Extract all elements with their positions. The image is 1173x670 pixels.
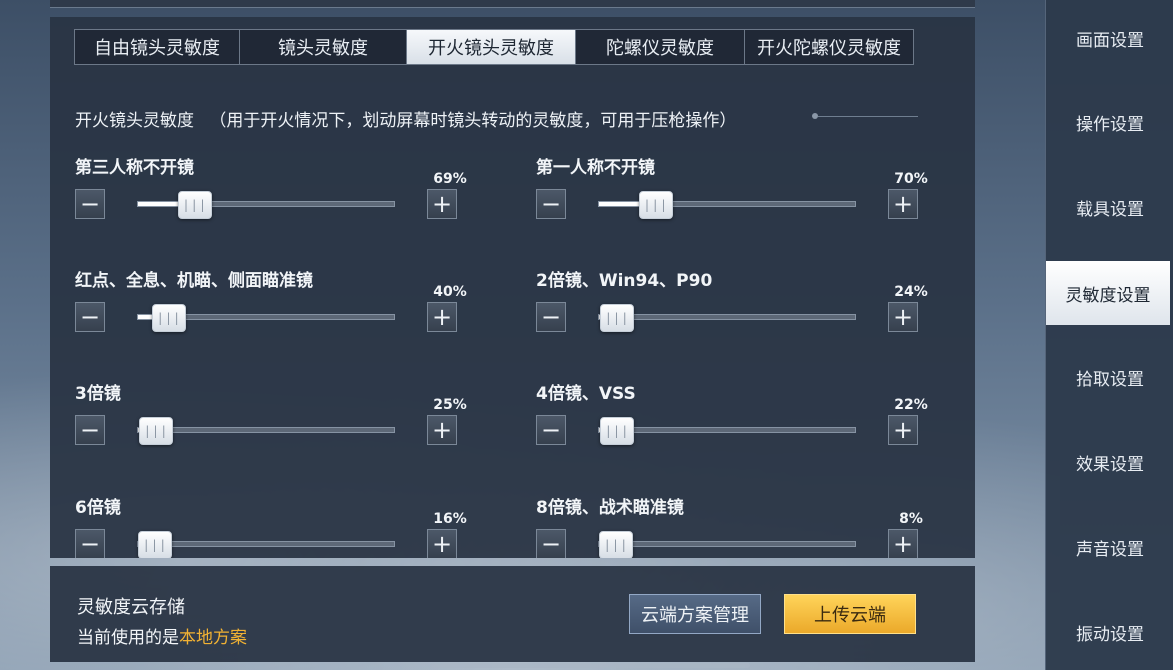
decrease-button[interactable]: − <box>75 302 105 332</box>
grip-icon: ||| <box>604 311 630 325</box>
cloud-storage-panel: 灵敏度云存储 当前使用的是本地方案 云端方案管理 上传云端 <box>50 566 975 662</box>
decrease-button[interactable]: − <box>536 529 566 558</box>
slider-thumb[interactable]: ||| <box>600 304 635 332</box>
sidebar-item-sensitivity[interactable]: 灵敏度设置 <box>1046 261 1170 325</box>
setting-value: 16% <box>433 511 467 527</box>
sensitivity-setting: 第三人称不开镜 69% − ||| + <box>75 153 475 253</box>
setting-value: 70% <box>894 171 928 187</box>
grip-icon: ||| <box>142 538 168 552</box>
sensitivity-setting: 3倍镜 25% − ||| + <box>75 379 475 479</box>
slider-track[interactable]: ||| <box>137 417 395 445</box>
slider-track[interactable]: ||| <box>137 304 395 332</box>
settings-sidebar: 画面设置 操作设置 载具设置 灵敏度设置 拾取设置 效果设置 声音设置 振动设置 <box>1045 0 1173 670</box>
top-strip <box>50 0 975 8</box>
sidebar-item-pickup[interactable]: 拾取设置 <box>1046 345 1173 409</box>
decrease-button[interactable]: − <box>75 529 105 558</box>
slider-thumb[interactable]: ||| <box>599 531 633 558</box>
tab-camera[interactable]: 镜头灵敏度 <box>240 30 407 64</box>
slider-thumb[interactable]: ||| <box>638 191 673 219</box>
slider-track[interactable]: ||| <box>598 304 856 332</box>
slider-thumb[interactable]: ||| <box>600 417 635 445</box>
tab-fire-gyroscope[interactable]: 开火陀螺仪灵敏度 <box>745 30 913 64</box>
setting-label: 第三人称不开镜 <box>75 158 194 178</box>
slider-track[interactable]: ||| <box>598 531 856 558</box>
increase-button[interactable]: + <box>427 415 457 445</box>
increase-button[interactable]: + <box>888 415 918 445</box>
slider-track[interactable]: ||| <box>137 531 395 558</box>
slider-thumb[interactable]: ||| <box>138 531 172 558</box>
setting-value: 40% <box>433 284 467 300</box>
setting-value: 24% <box>894 284 928 300</box>
sidebar-item-display[interactable]: 画面设置 <box>1046 6 1173 70</box>
sensitivity-setting: 4倍镜、VSS 22% − ||| + <box>536 379 936 479</box>
sidebar-item-controls[interactable]: 操作设置 <box>1046 90 1173 154</box>
setting-label: 6倍镜 <box>75 498 121 518</box>
section-description: （用于开火情况下，划动屏幕时镜头转动的灵敏度，可用于压枪操作） <box>209 111 737 131</box>
current-scheme-prefix: 当前使用的是 <box>77 628 179 648</box>
setting-label: 第一人称不开镜 <box>536 158 655 178</box>
slider-track[interactable]: ||| <box>598 417 856 445</box>
sidebar-item-audio[interactable]: 声音设置 <box>1046 515 1173 579</box>
slider-thumb[interactable]: ||| <box>151 304 186 332</box>
sensitivity-setting: 红点、全息、机瞄、侧面瞄准镜 40% − ||| + <box>75 266 475 366</box>
setting-value: 69% <box>433 171 467 187</box>
sensitivity-setting: 6倍镜 16% − ||| + <box>75 493 475 558</box>
increase-button[interactable]: + <box>888 302 918 332</box>
setting-label: 3倍镜 <box>75 384 121 404</box>
setting-label: 8倍镜、战术瞄准镜 <box>536 498 684 518</box>
grip-icon: ||| <box>604 424 630 438</box>
setting-label: 4倍镜、VSS <box>536 384 636 404</box>
grip-icon: ||| <box>182 198 208 212</box>
increase-button[interactable]: + <box>888 189 918 219</box>
setting-value: 25% <box>433 397 467 413</box>
sensitivity-panel[interactable]: 自由镜头灵敏度 镜头灵敏度 开火镜头灵敏度 陀螺仪灵敏度 开火陀螺仪灵敏度 开火… <box>50 17 975 558</box>
sidebar-item-vehicle[interactable]: 载具设置 <box>1046 175 1173 239</box>
grip-icon: ||| <box>643 198 669 212</box>
cloud-manage-button[interactable]: 云端方案管理 <box>629 594 761 634</box>
slider-track[interactable]: ||| <box>598 191 856 219</box>
sensitivity-setting: 2倍镜、Win94、P90 24% − ||| + <box>536 266 936 366</box>
tab-fire-camera[interactable]: 开火镜头灵敏度 <box>407 30 576 64</box>
increase-button[interactable]: + <box>427 529 457 558</box>
setting-value: 22% <box>894 397 928 413</box>
increase-button[interactable]: + <box>888 529 918 558</box>
decrease-button[interactable]: − <box>75 189 105 219</box>
decrease-button[interactable]: − <box>536 415 566 445</box>
slider-thumb[interactable]: ||| <box>177 191 212 219</box>
grip-icon: ||| <box>156 311 182 325</box>
increase-button[interactable]: + <box>427 302 457 332</box>
setting-label: 2倍镜、Win94、P90 <box>536 271 713 291</box>
grip-icon: ||| <box>143 424 169 438</box>
decrease-button[interactable]: − <box>536 302 566 332</box>
section-heading: 开火镜头灵敏度 <box>75 111 194 131</box>
sensitivity-setting: 8倍镜、战术瞄准镜 8% − ||| + <box>536 493 936 558</box>
tab-bar: 自由镜头灵敏度 镜头灵敏度 开火镜头灵敏度 陀螺仪灵敏度 开火陀螺仪灵敏度 <box>74 29 914 65</box>
decrease-button[interactable]: − <box>536 189 566 219</box>
setting-value: 8% <box>899 511 923 527</box>
sidebar-item-effects[interactable]: 效果设置 <box>1046 430 1173 494</box>
sensitivity-setting: 第一人称不开镜 70% − ||| + <box>536 153 936 253</box>
setting-label: 红点、全息、机瞄、侧面瞄准镜 <box>75 271 313 291</box>
current-scheme-name: 本地方案 <box>179 628 247 648</box>
slider-thumb[interactable]: ||| <box>139 417 174 445</box>
tab-free-camera[interactable]: 自由镜头灵敏度 <box>75 30 240 64</box>
sidebar-item-vibration[interactable]: 振动设置 <box>1046 600 1173 664</box>
grip-icon: ||| <box>603 538 629 552</box>
section-title: 开火镜头灵敏度 （用于开火情况下，划动屏幕时镜头转动的灵敏度，可用于压枪操作） <box>75 106 736 131</box>
scroll-handle[interactable] <box>430 663 750 668</box>
upload-cloud-button[interactable]: 上传云端 <box>784 594 916 634</box>
tab-gyroscope[interactable]: 陀螺仪灵敏度 <box>576 30 745 64</box>
current-scheme-text: 当前使用的是本地方案 <box>77 623 247 648</box>
decrease-button[interactable]: − <box>75 415 105 445</box>
slider-track[interactable]: ||| <box>137 191 395 219</box>
cloud-storage-title: 灵敏度云存储 <box>77 597 185 618</box>
section-divider <box>818 116 918 117</box>
increase-button[interactable]: + <box>427 189 457 219</box>
